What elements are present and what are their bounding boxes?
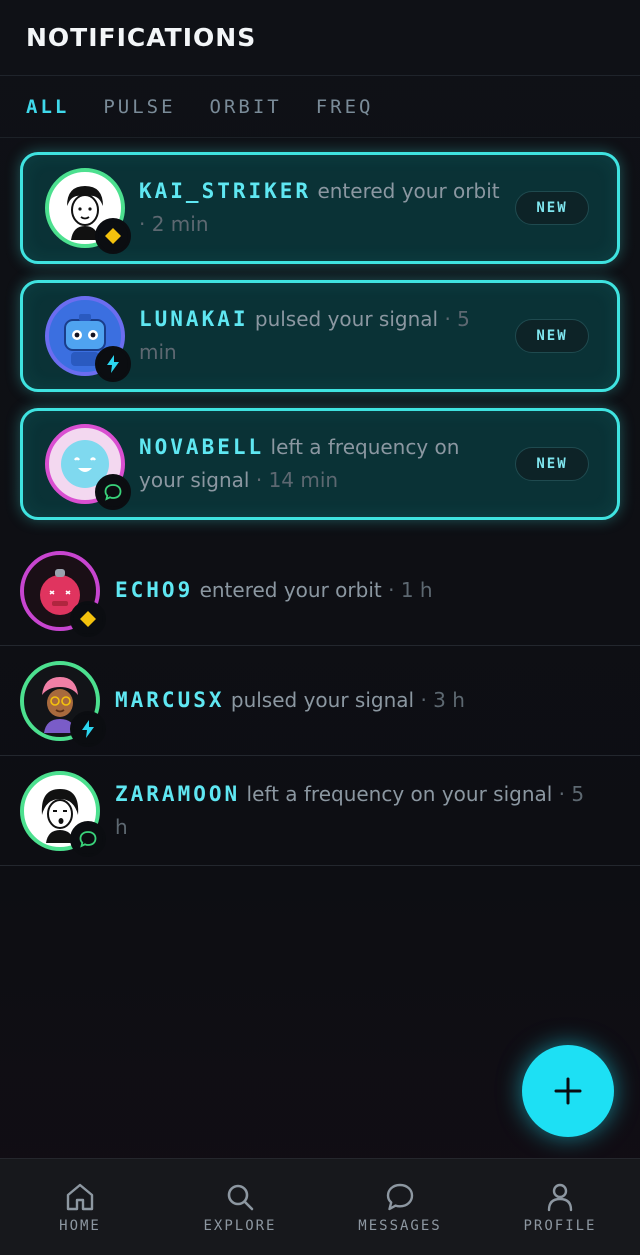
username[interactable]: LUNAKAI xyxy=(139,307,249,331)
nav-explore-label: EXPLORE xyxy=(203,1218,277,1234)
nav-profile[interactable]: PROFILE xyxy=(480,1159,640,1255)
nav-messages[interactable]: MESSAGES xyxy=(320,1159,480,1255)
action-text: left a frequency on your signal xyxy=(246,781,553,806)
separator: · xyxy=(558,781,566,806)
bottom-nav: HOME EXPLORE MESSAGES PROFILE xyxy=(0,1158,640,1255)
bolt-badge xyxy=(70,710,106,747)
notification-list: KAI_STRIKER entered your orbit · 2 min N… xyxy=(0,138,640,866)
diamond-badge xyxy=(95,218,131,254)
username[interactable]: ECHO9 xyxy=(115,578,193,602)
nav-profile-label: PROFILE xyxy=(523,1218,597,1234)
add-button[interactable] xyxy=(522,1045,614,1137)
chat-badge xyxy=(70,820,106,857)
plus-icon xyxy=(554,1077,582,1105)
diamond-badge xyxy=(70,600,106,637)
page-title: NOTIFICATIONS xyxy=(26,23,257,52)
user-icon xyxy=(547,1183,573,1212)
diamond-icon xyxy=(80,610,96,627)
chat-icon xyxy=(79,830,97,848)
home-icon xyxy=(66,1183,94,1211)
separator: · xyxy=(444,307,451,331)
notification-text: MARCUSX pulsed your signal · 3 h xyxy=(115,684,585,717)
username[interactable]: ZARAMOON xyxy=(115,782,240,806)
notification-text: NOVABELL left a frequency on your signal… xyxy=(139,431,509,497)
timestamp: 3 h xyxy=(433,688,465,712)
notification-text: ECHO9 entered your orbit · 1 h xyxy=(115,574,585,607)
avatar[interactable] xyxy=(45,168,131,254)
new-badge: NEW xyxy=(515,447,589,481)
diamond-icon xyxy=(105,228,121,244)
tab-all[interactable]: ALL xyxy=(26,96,69,118)
bolt-badge xyxy=(95,346,131,382)
chat-badge xyxy=(95,474,131,510)
timestamp: 14 min xyxy=(268,468,339,492)
nav-messages-label: MESSAGES xyxy=(358,1218,442,1234)
username[interactable]: MARCUSX xyxy=(115,688,225,712)
timestamp: 2 min xyxy=(151,212,209,236)
search-icon xyxy=(227,1184,254,1211)
bolt-icon xyxy=(82,719,94,738)
avatar[interactable] xyxy=(20,660,106,747)
notification-card[interactable]: NOVABELL left a frequency on your signal… xyxy=(20,408,620,520)
notification-text: ZARAMOON left a frequency on your signal… xyxy=(115,778,585,844)
username[interactable]: KAI_STRIKER xyxy=(139,179,311,203)
header: NOTIFICATIONS xyxy=(0,0,640,76)
notification-row[interactable]: ECHO9 entered your orbit · 1 h xyxy=(0,536,640,646)
action-text: entered your orbit xyxy=(317,179,500,203)
filter-tabs: ALL PULSE ORBIT FREQ xyxy=(0,76,640,138)
notification-card[interactable]: KAI_STRIKER entered your orbit · 2 min N… xyxy=(20,152,620,264)
username[interactable]: NOVABELL xyxy=(139,435,264,459)
notification-row[interactable]: ZARAMOON left a frequency on your signal… xyxy=(0,756,640,866)
separator: · xyxy=(255,468,263,492)
notification-text: KAI_STRIKER entered your orbit · 2 min xyxy=(139,175,509,241)
tab-pulse[interactable]: PULSE xyxy=(103,96,175,118)
tab-freq[interactable]: FREQ xyxy=(316,96,374,118)
avatar[interactable] xyxy=(20,770,106,857)
nav-home[interactable]: HOME xyxy=(0,1159,160,1255)
nav-explore[interactable]: EXPLORE xyxy=(160,1159,320,1255)
action-text: pulsed your signal xyxy=(254,307,439,331)
nav-home-label: HOME xyxy=(59,1218,101,1234)
avatar[interactable] xyxy=(20,550,106,637)
message-icon xyxy=(386,1183,414,1211)
avatar[interactable] xyxy=(45,424,131,510)
notification-card[interactable]: LUNAKAI pulsed your signal · 5 min NEW xyxy=(20,280,620,392)
action-text: pulsed your signal xyxy=(230,688,415,712)
timestamp: 1 h xyxy=(400,578,433,602)
separator: · xyxy=(420,688,427,712)
notification-text: LUNAKAI pulsed your signal · 5 min xyxy=(139,303,509,369)
chat-icon xyxy=(104,484,122,501)
separator: · xyxy=(139,212,146,236)
avatar[interactable] xyxy=(45,296,131,382)
new-badge: NEW xyxy=(515,191,589,225)
new-badge: NEW xyxy=(515,319,589,353)
notification-row[interactable]: MARCUSX pulsed your signal · 3 h xyxy=(0,646,640,756)
tab-orbit[interactable]: ORBIT xyxy=(210,96,282,118)
action-text: entered your orbit xyxy=(199,578,382,602)
separator: · xyxy=(388,578,395,602)
bolt-icon xyxy=(107,355,119,373)
